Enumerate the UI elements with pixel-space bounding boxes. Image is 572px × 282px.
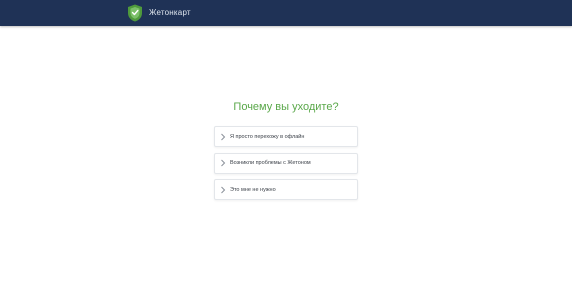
option-not-needed[interactable]: Это мне не нужно — [214, 179, 358, 200]
page-title: Почему вы уходите? — [233, 101, 339, 113]
chevron-right-icon — [220, 133, 226, 141]
top-bar: Жетонкарт — [0, 0, 572, 26]
shield-logo-icon — [127, 4, 143, 22]
chevron-right-icon — [220, 186, 226, 194]
option-label: Возникли проблемы с Жетоном — [230, 160, 311, 166]
option-go-offline[interactable]: Я просто перехожу в офлайн — [214, 126, 358, 147]
reason-options-list: Я просто перехожу в офлайн Возникли проб… — [214, 126, 358, 206]
option-problems[interactable]: Возникли проблемы с Жетоном — [214, 152, 358, 174]
brand-name: Жетонкарт — [149, 8, 191, 17]
brand[interactable]: Жетонкарт — [127, 4, 191, 22]
option-label: Это мне не нужно — [230, 186, 276, 193]
option-label: Я просто перехожу в офлайн — [230, 133, 305, 140]
chevron-right-icon — [220, 159, 226, 167]
